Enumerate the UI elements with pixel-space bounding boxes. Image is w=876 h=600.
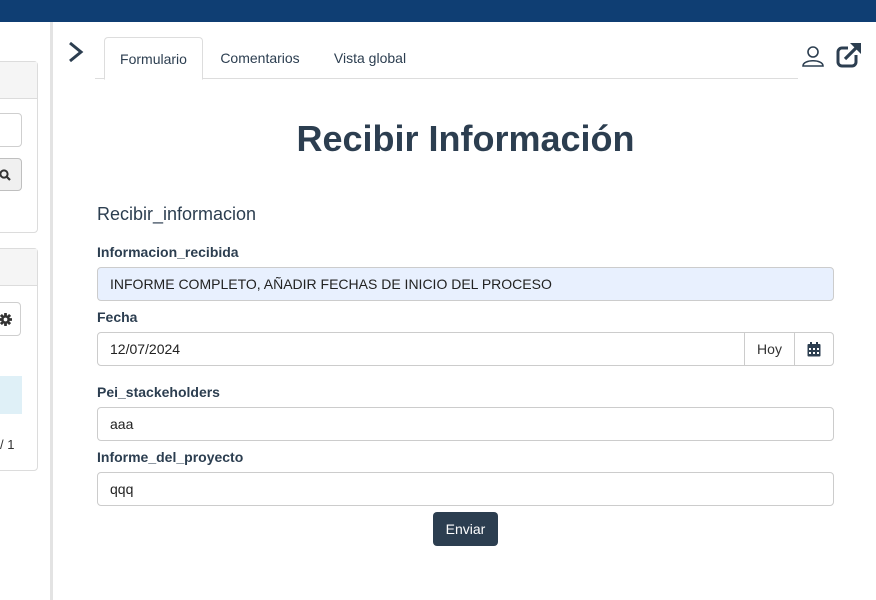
informe-proyecto-input[interactable]: qqq [97, 472, 834, 506]
form-subtitle: Recibir_informacion [97, 204, 257, 224]
today-button[interactable]: Hoy [744, 332, 795, 366]
tab-bar: Formulario Comentarios Vista global [95, 36, 798, 80]
search-button[interactable] [0, 158, 22, 191]
selected-list-item[interactable] [0, 376, 22, 414]
pei-stackeholders-label: Pei_stackeholders [97, 384, 220, 400]
pei-stackeholders-input[interactable]: aaa [97, 407, 834, 441]
pagination-text: / 1 [0, 437, 15, 452]
gear-icon [0, 312, 12, 326]
panel-divider[interactable] [50, 22, 53, 600]
submit-button[interactable]: Enviar [433, 512, 498, 546]
user-icon[interactable] [801, 44, 825, 68]
informacion-recibida-label: Informacion_recibida [97, 244, 239, 260]
page-title: Recibir Información [296, 118, 635, 159]
search-input[interactable] [0, 113, 22, 147]
search-card [0, 61, 38, 233]
tab-vista-global[interactable]: Vista global [321, 37, 419, 79]
tab-formulario[interactable]: Formulario [104, 37, 203, 80]
fecha-label: Fecha [97, 309, 138, 325]
informe-proyecto-label: Informe_del_proyecto [97, 449, 244, 465]
external-link-icon[interactable] [836, 42, 862, 68]
calendar-button[interactable] [794, 332, 834, 366]
top-bar [0, 0, 876, 22]
calendar-icon [807, 341, 821, 356]
chevron-right-icon[interactable] [66, 38, 86, 66]
fecha-input-group: 12/07/2024 Hoy [97, 332, 834, 366]
left-panel: / 1 [0, 22, 50, 600]
settings-button[interactable] [0, 302, 21, 336]
informacion-recibida-input[interactable]: INFORME COMPLETO, AÑADIR FECHAS DE INICI… [97, 267, 834, 301]
search-icon [0, 168, 11, 181]
tab-comentarios[interactable]: Comentarios [209, 37, 311, 79]
fecha-input[interactable]: 12/07/2024 [97, 332, 745, 366]
